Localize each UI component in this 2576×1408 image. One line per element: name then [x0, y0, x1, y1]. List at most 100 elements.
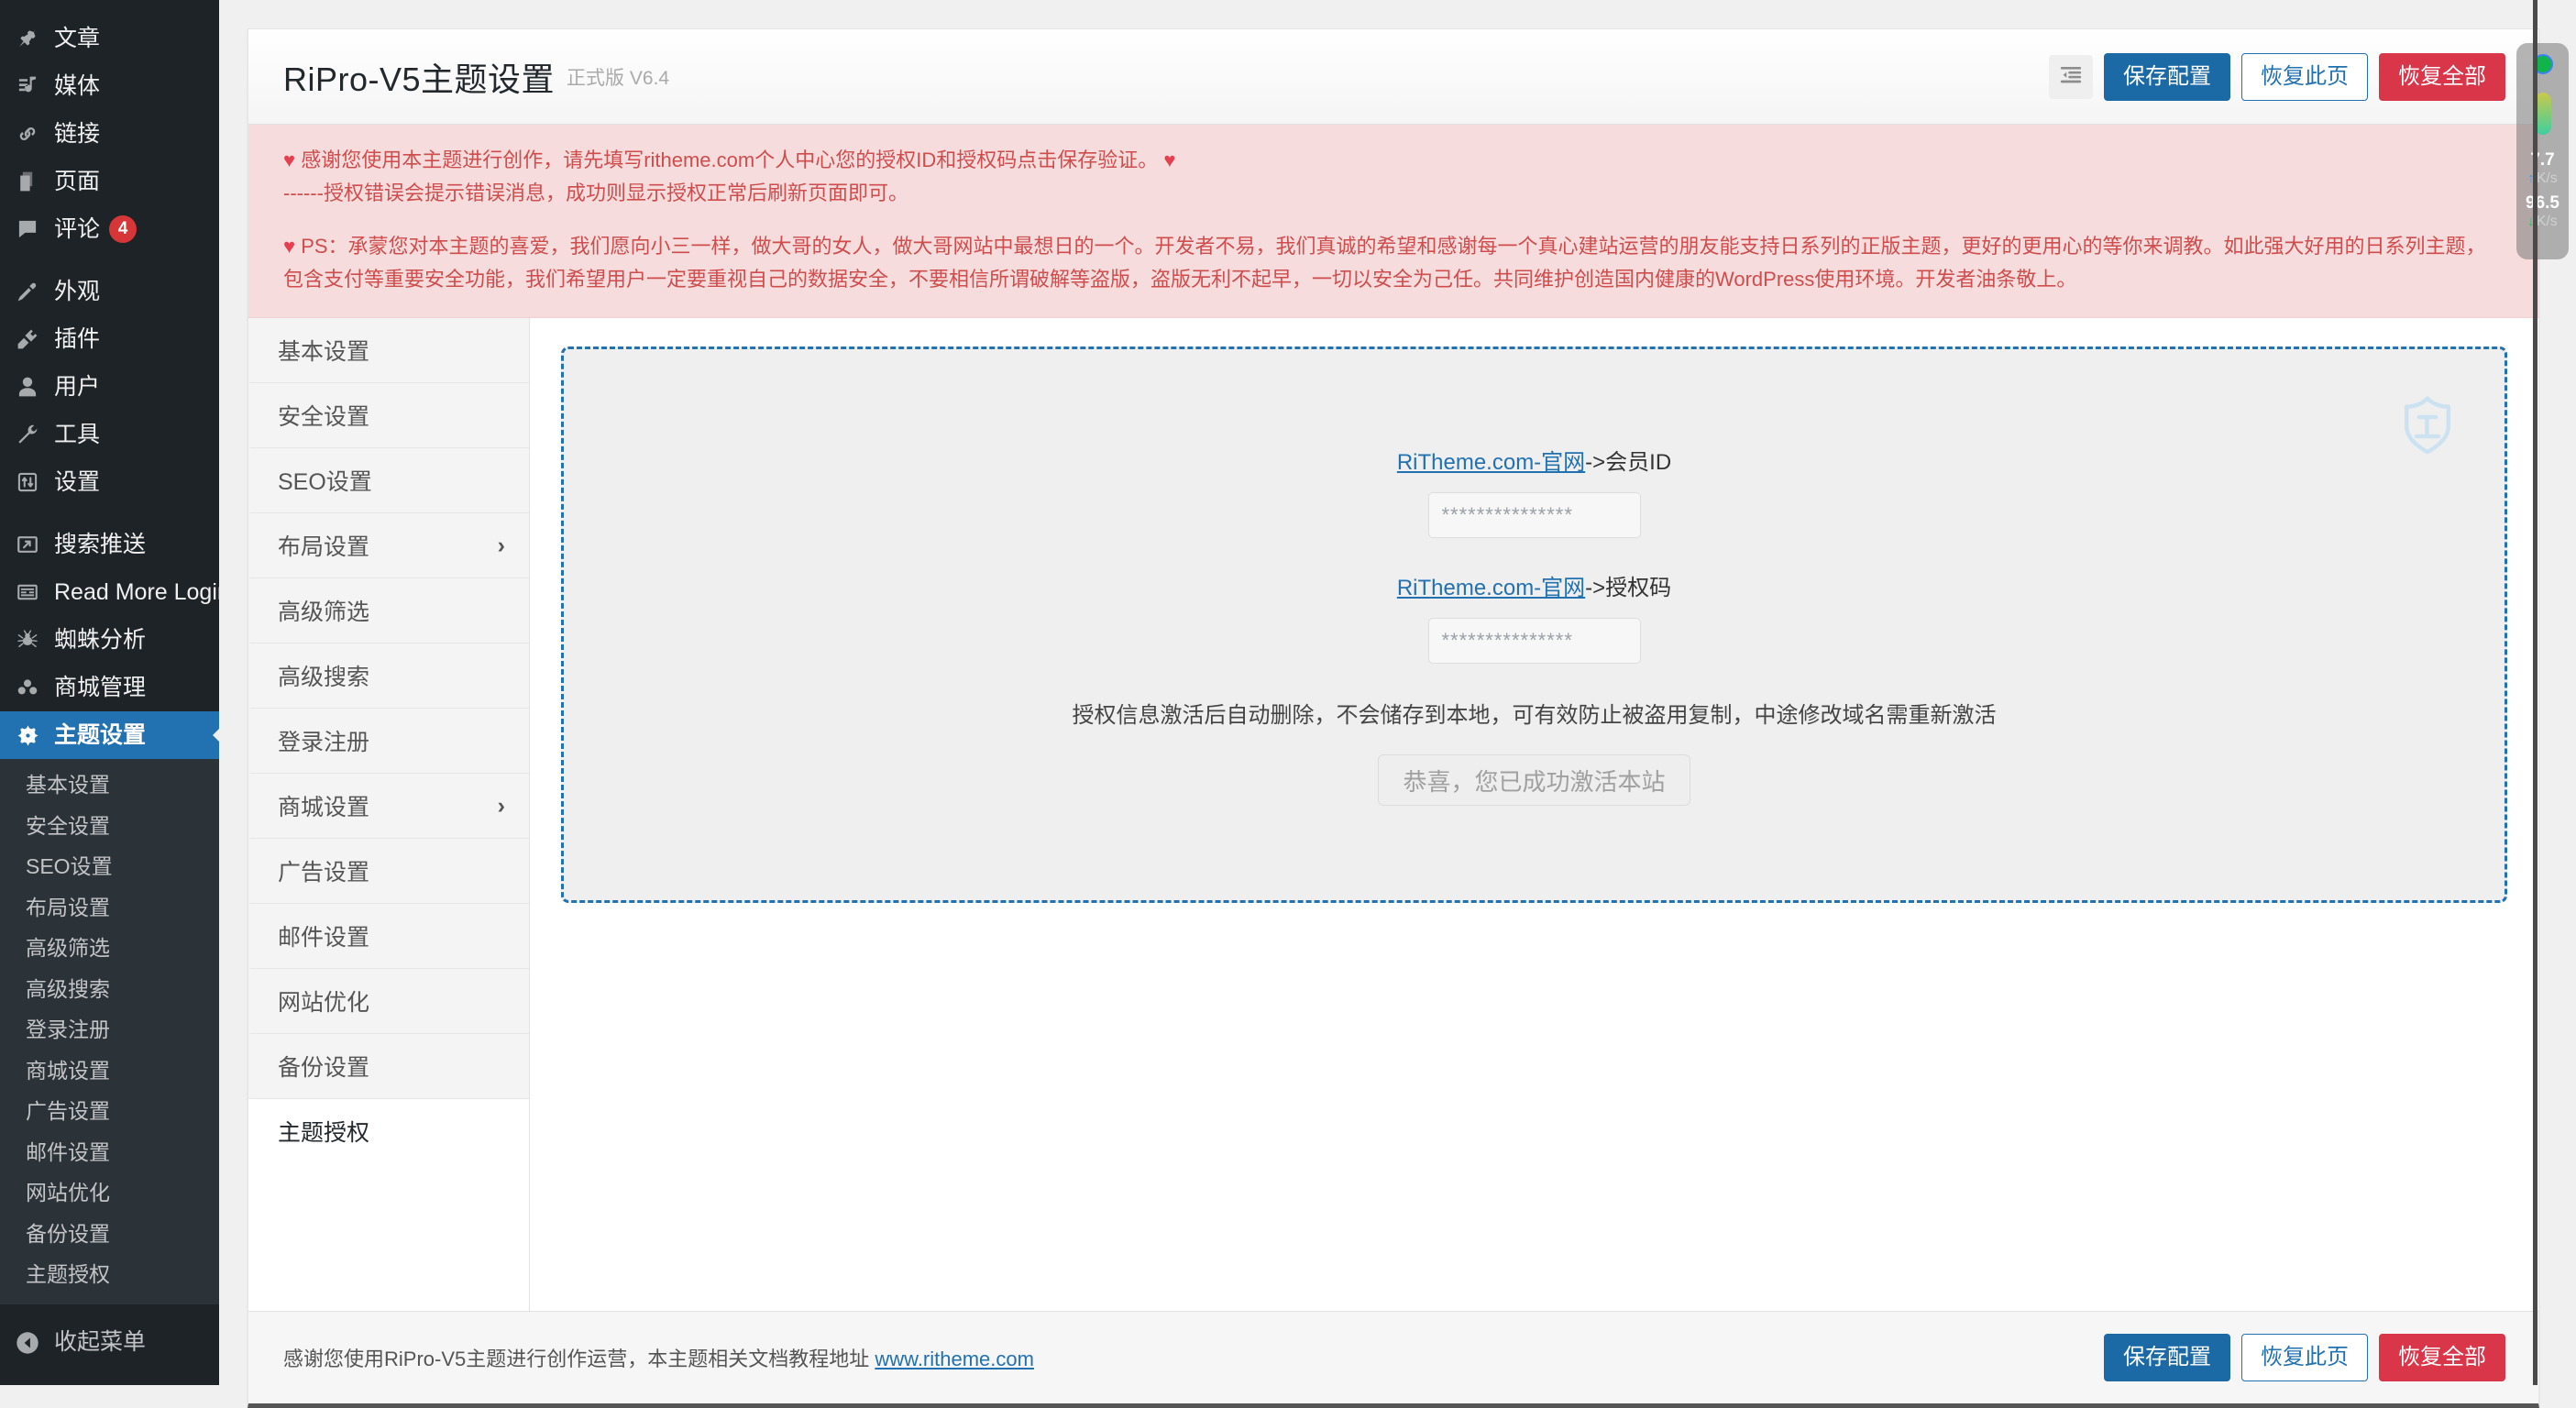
section-tab-label: 广告设置 — [278, 854, 369, 887]
activation-status-button[interactable]: 恭喜，您已成功激活本站 — [1378, 754, 1690, 806]
comments-count-badge: 4 — [109, 215, 137, 243]
pages-icon — [16, 170, 49, 193]
spider-icon — [16, 628, 49, 652]
section-tab-optimize[interactable]: 网站优化 — [248, 969, 529, 1034]
sidebar-item-label: 评论 — [54, 218, 100, 241]
section-tab-label: 基本设置 — [278, 334, 369, 367]
collapse-arrow-icon — [16, 1331, 49, 1355]
link-icon — [16, 122, 49, 146]
notice-line-1: ♥ 感谢您使用本主题进行创作，请先填写ritheme.com个人中心您的授权ID… — [283, 144, 2504, 177]
sidebar-item-settings[interactable]: 设置 — [0, 458, 219, 506]
section-tab-shop[interactable]: 商城设置 › — [248, 774, 529, 839]
submenu-item-layout[interactable]: 布局设置 — [0, 887, 219, 929]
sidebar-item-posts[interactable]: 文章 — [0, 15, 219, 62]
license-note: 授权信息激活后自动删除，不会储存到本地，可有效防止被盗用复制，中途修改域名需重新… — [1073, 697, 1997, 729]
submenu-item-basic[interactable]: 基本设置 — [0, 764, 219, 806]
pin-icon — [16, 27, 49, 50]
sidebar-item-comments[interactable]: 评论 4 — [0, 205, 219, 253]
push-icon — [16, 533, 49, 556]
section-tab-layout[interactable]: 布局设置 › — [248, 513, 529, 578]
section-tab-basic[interactable]: 基本设置 — [248, 318, 529, 383]
sidebar-item-read-more-login[interactable]: Read More Login — [0, 568, 219, 616]
section-tab-license[interactable]: 主题授权 — [248, 1099, 529, 1164]
version-label: 正式版 V6.4 — [567, 63, 669, 91]
section-tab-login[interactable]: 登录注册 — [248, 709, 529, 774]
sidebar-group-plugins: 搜索推送 Read More Login 蜘蛛分析 商城管理 主题设置 — [0, 521, 219, 759]
network-speed-widget[interactable]: 7.7 ↑K/s 96.5 ↓K/s — [2516, 43, 2569, 259]
submenu-item-ads[interactable]: 广告设置 — [0, 1091, 219, 1132]
section-tab-label: 布局设置 — [278, 529, 369, 562]
sidebar-item-theme-settings[interactable]: 主题设置 — [0, 711, 219, 759]
submenu-item-optimize[interactable]: 网站优化 — [0, 1172, 219, 1214]
collapse-menu-button[interactable]: 收起菜单 — [0, 1317, 219, 1369]
sidebar-item-label: 媒体 — [54, 75, 100, 98]
reset-all-button-header[interactable]: 恢复全部 — [2379, 53, 2505, 101]
member-id-input[interactable] — [1428, 492, 1641, 538]
sidebar-separator-2 — [0, 506, 219, 521]
panel-footer: 感谢您使用RiPro-V5主题进行创作运营，本主题相关文档教程地址 www.ri… — [248, 1311, 2538, 1403]
sidebar-item-search-push[interactable]: 搜索推送 — [0, 521, 219, 568]
sidebar-item-label: 工具 — [54, 424, 100, 446]
section-tab-seo[interactable]: SEO设置 — [248, 448, 529, 513]
sidebar-separator-1 — [0, 253, 219, 268]
notice-gap — [283, 211, 2504, 230]
submenu-item-login[interactable]: 登录注册 — [0, 1009, 219, 1050]
reset-page-button-header[interactable]: 恢复此页 — [2241, 53, 2368, 101]
sidebar-item-appearance[interactable]: 外观 — [0, 268, 219, 315]
license-activation-box: RiTheme.com-官网->会员ID RiTheme.com-官网->授权码… — [561, 346, 2507, 903]
section-nav: 基本设置 安全设置 SEO设置 布局设置 › 高级筛选 高级搜索 — [248, 318, 530, 1311]
heart-icon: ♥ — [283, 148, 295, 171]
sidebar-item-links[interactable]: 链接 — [0, 110, 219, 158]
save-config-button-footer[interactable]: 保存配置 — [2104, 1334, 2230, 1381]
submenu-item-seo[interactable]: SEO设置 — [0, 846, 219, 887]
sidebar-spacer-top — [0, 0, 219, 15]
member-id-label-suffix: ->会员ID — [1585, 450, 1671, 475]
sidebar-item-label: 商城管理 — [54, 676, 146, 699]
sidebar-item-pages[interactable]: 页面 — [0, 158, 219, 205]
license-code-input[interactable] — [1428, 618, 1641, 664]
footer-credit-text: 感谢您使用RiPro-V5主题进行创作运营，本主题相关文档教程地址 www.ri… — [283, 1343, 1034, 1372]
footer-credit-prefix: 感谢您使用RiPro-V5主题进行创作运营，本主题相关文档教程地址 — [283, 1348, 875, 1370]
section-tab-filter[interactable]: 高级筛选 — [248, 578, 529, 644]
sidebar-item-users[interactable]: 用户 — [0, 363, 219, 411]
sidebar-item-label: 设置 — [54, 471, 100, 494]
heart-icon: ♥ — [1163, 148, 1175, 171]
comment-icon — [16, 217, 49, 241]
member-id-label: RiTheme.com-官网->会员ID — [1397, 444, 1671, 476]
reset-page-button-footer[interactable]: 恢复此页 — [2241, 1334, 2368, 1381]
reset-all-button-footer[interactable]: 恢复全部 — [2379, 1334, 2505, 1381]
submenu-item-mail[interactable]: 邮件设置 — [0, 1132, 219, 1173]
section-tab-security[interactable]: 安全设置 — [248, 383, 529, 448]
submenu-item-filter[interactable]: 高级筛选 — [0, 928, 219, 969]
notice-ps: ♥ PS：承蒙您对本主题的喜爱，我们愿向小三一样，做大哥的女人，做大哥网站中最想… — [283, 230, 2504, 297]
sidebar-item-shop-manage[interactable]: 商城管理 — [0, 664, 219, 711]
user-icon — [16, 375, 49, 399]
settings-icon — [16, 470, 49, 494]
section-tab-search[interactable]: 高级搜索 — [248, 644, 529, 709]
sidebar-item-media[interactable]: 媒体 — [0, 62, 219, 110]
sidebar-item-spider-analysis[interactable]: 蜘蛛分析 — [0, 616, 219, 664]
ritheme-official-link-code[interactable]: RiTheme.com-官网 — [1397, 576, 1585, 600]
sidebar-item-plugins[interactable]: 插件 — [0, 315, 219, 363]
section-tab-label: 备份设置 — [278, 1050, 369, 1083]
submenu-item-license[interactable]: 主题授权 — [0, 1254, 219, 1295]
license-code-label-suffix: ->授权码 — [1585, 576, 1671, 600]
submenu-item-search[interactable]: 高级搜索 — [0, 969, 219, 1010]
indent-icon-button[interactable] — [2049, 55, 2093, 99]
readmore-icon — [16, 580, 49, 604]
notice-line-1-text: 感谢您使用本主题进行创作，请先填写ritheme.com个人中心您的授权ID和授… — [301, 148, 1158, 171]
license-code-label: RiTheme.com-官网->授权码 — [1397, 569, 1671, 601]
section-tab-backup[interactable]: 备份设置 — [248, 1034, 529, 1099]
download-speed-value: 96.5 — [2526, 194, 2559, 213]
submenu-item-security[interactable]: 安全设置 — [0, 806, 219, 847]
ritheme-docs-link[interactable]: www.ritheme.com — [875, 1348, 1034, 1370]
sidebar-item-tools[interactable]: 工具 — [0, 411, 219, 458]
section-tab-mail[interactable]: 邮件设置 — [248, 904, 529, 969]
save-config-button-header[interactable]: 保存配置 — [2104, 53, 2230, 101]
submenu-item-shop[interactable]: 商城设置 — [0, 1050, 219, 1092]
media-icon — [16, 74, 49, 98]
submenu-item-backup[interactable]: 备份设置 — [0, 1214, 219, 1255]
sidebar-item-label: 主题设置 — [54, 724, 146, 747]
section-tab-ads[interactable]: 广告设置 — [248, 839, 529, 904]
ritheme-official-link-member[interactable]: RiTheme.com-官网 — [1397, 450, 1585, 475]
